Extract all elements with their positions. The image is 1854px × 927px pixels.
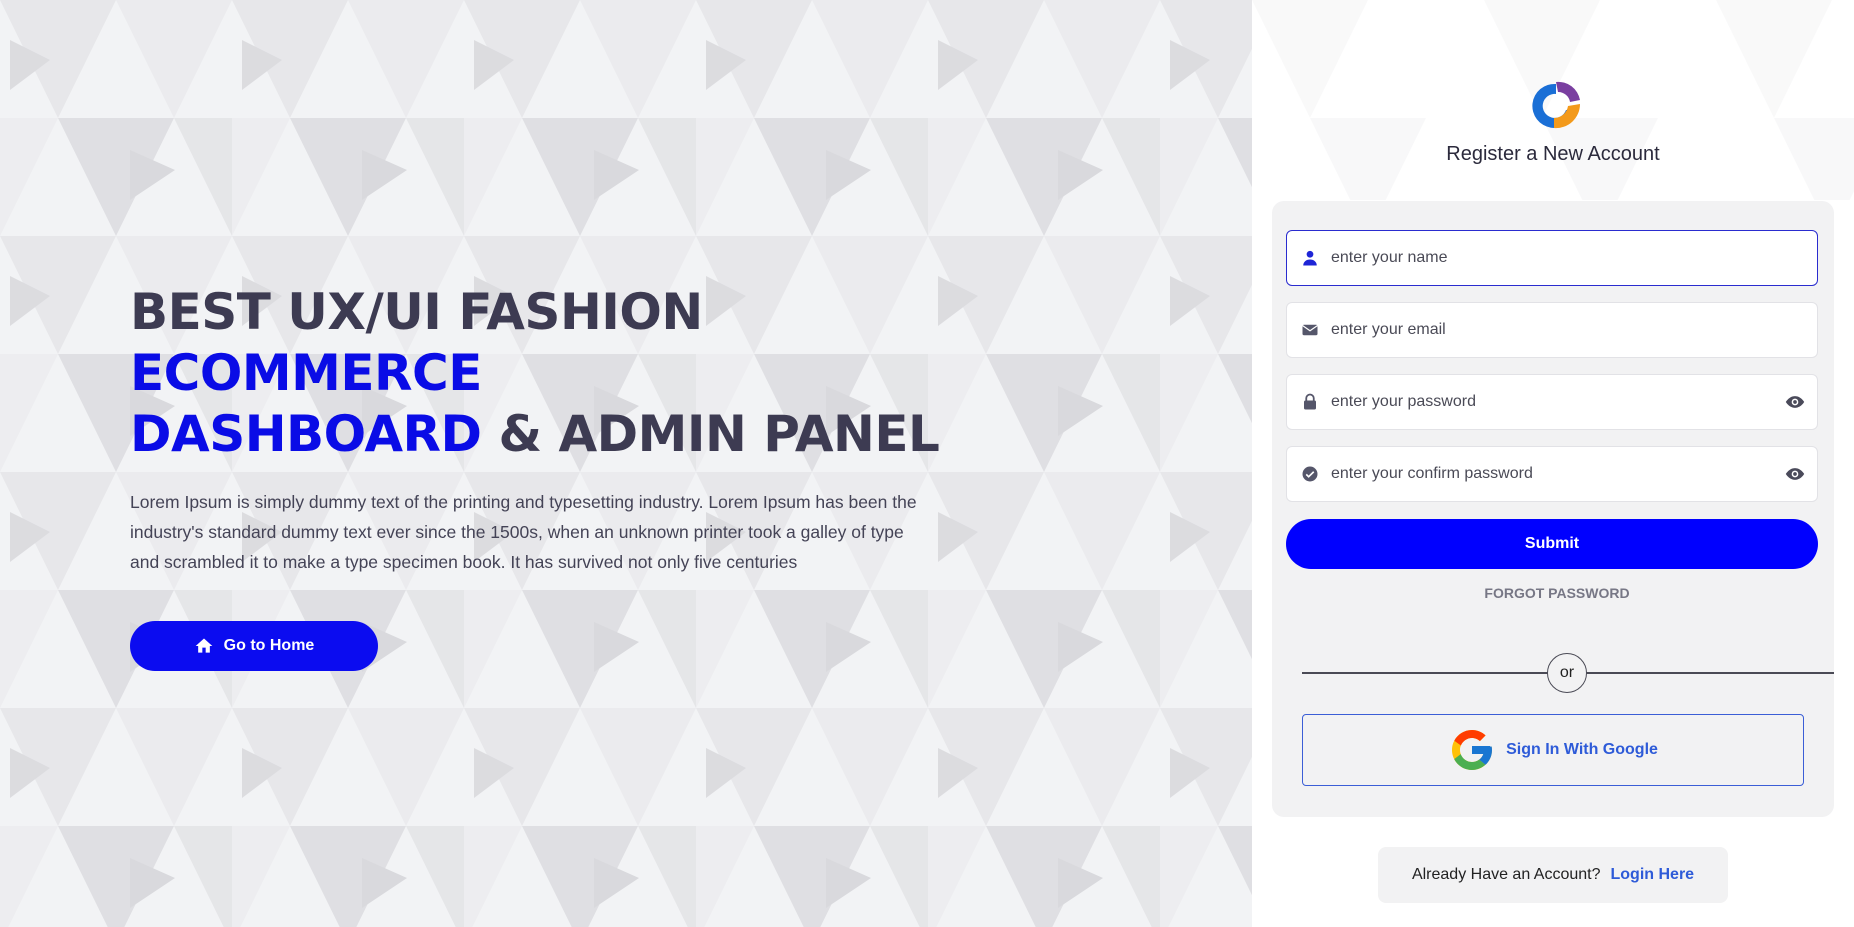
email-field[interactable] bbox=[1286, 302, 1818, 358]
google-sign-in-button[interactable]: Sign In With Google bbox=[1302, 714, 1804, 786]
eye-icon[interactable] bbox=[1785, 464, 1805, 484]
hero-content: BEST UX/UI FASHION ECOMMERCE DASHBOARD &… bbox=[130, 282, 1030, 671]
go-to-home-label: Go to Home bbox=[223, 637, 315, 654]
hero-description: Lorem Ipsum is simply dummy text of the … bbox=[130, 492, 917, 572]
hero-section: BEST UX/UI FASHION ECOMMERCE DASHBOARD &… bbox=[0, 0, 1252, 927]
hero-title-part1: BEST UX/UI FASHION bbox=[130, 283, 703, 341]
hero-title: BEST UX/UI FASHION ECOMMERCE DASHBOARD &… bbox=[130, 282, 1030, 465]
hero-title-accent-dashboard: DASHBOARD bbox=[130, 405, 482, 463]
brand-logo-icon bbox=[1532, 81, 1581, 129]
register-title: Register a New Account bbox=[1446, 143, 1660, 165]
envelope-icon bbox=[1302, 324, 1318, 336]
name-input[interactable] bbox=[1331, 231, 1817, 285]
email-input[interactable] bbox=[1331, 303, 1817, 357]
user-icon bbox=[1303, 250, 1317, 266]
login-prompt-text: Already Have an Account? bbox=[1411, 866, 1601, 883]
eye-icon[interactable] bbox=[1785, 392, 1805, 412]
lock-icon bbox=[1304, 393, 1316, 410]
hero-title-part2: & ADMIN PANEL bbox=[481, 405, 940, 463]
register-form: Submit FORGOT PASSWORD or Sign In With G… bbox=[1272, 201, 1834, 817]
name-field[interactable] bbox=[1286, 230, 1818, 286]
google-icon bbox=[1452, 730, 1493, 770]
password-input[interactable] bbox=[1331, 375, 1785, 429]
go-to-home-button[interactable]: Go to Home bbox=[130, 621, 378, 671]
register-panel: Register a New Account Submit FORGOT PAS… bbox=[1252, 0, 1854, 927]
password-field[interactable] bbox=[1286, 374, 1818, 430]
home-icon bbox=[195, 638, 212, 653]
google-sign-in-label: Sign In With Google bbox=[1506, 741, 1658, 758]
login-prompt-box: Already Have an Account? Login Here bbox=[1378, 847, 1728, 903]
hero-title-accent-ecommerce: ECOMMERCE bbox=[130, 344, 482, 402]
login-here-link[interactable]: Login Here bbox=[1611, 866, 1695, 884]
or-divider: or bbox=[1547, 653, 1587, 693]
confirm-password-field[interactable] bbox=[1286, 446, 1818, 502]
confirm-password-input[interactable] bbox=[1331, 447, 1785, 501]
submit-button[interactable]: Submit bbox=[1286, 519, 1818, 569]
forgot-password-link[interactable]: FORGOT PASSWORD bbox=[1256, 585, 1854, 601]
check-circle-icon bbox=[1302, 466, 1318, 482]
